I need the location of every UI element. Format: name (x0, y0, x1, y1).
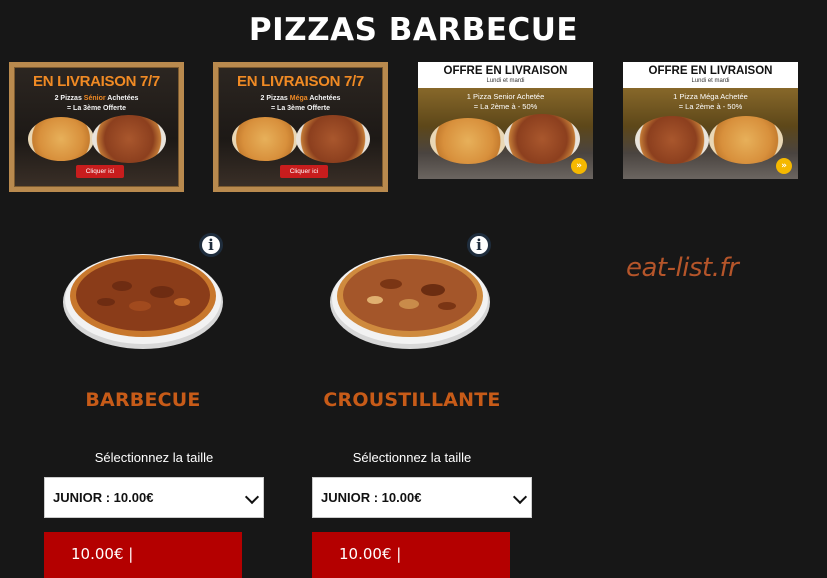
size-select[interactable]: JUNIOR : 10.00€ (312, 477, 532, 518)
banner-line-1: 1 Pizza Senior Achetée (466, 92, 545, 101)
banner-pizza-image (232, 117, 298, 161)
size-label: Sélectionnez la taille (352, 450, 472, 465)
banner-subtitle: Lundi et mardi (691, 78, 730, 84)
promo-banner-senior[interactable]: EN LIVRAISON 7/7 2 Pizzas Sénior Achetée… (9, 62, 184, 192)
promo-banner-mega-50[interactable]: OFFRE EN LIVRAISON Lundi et mardi 1 Pizz… (623, 62, 798, 179)
banner-line-1: 1 Pizza Méga Achetée (673, 92, 748, 101)
banner-header: OFFRE EN LIVRAISON Lundi et mardi (623, 62, 798, 88)
add-to-cart-button[interactable]: 10.00€ | (312, 532, 510, 578)
banner-line-2: = La 3ème Offerte (67, 105, 126, 112)
banner-pizza-image (709, 116, 783, 164)
banner-title: EN LIVRAISON 7/7 (33, 73, 160, 90)
banner-line-2: = La 2ème à - 50% (678, 102, 743, 111)
chevron-down-icon (244, 489, 260, 505)
banner-line-2: = La 2ème à - 50% (473, 102, 538, 111)
size-select[interactable]: JUNIOR : 10.00€ (44, 477, 264, 518)
banner-pizza-image (92, 115, 166, 163)
chevron-down-icon (512, 489, 528, 505)
watermark: eat-list.fr (626, 253, 739, 283)
banner-pizza-image (430, 118, 506, 164)
banner-cta-button[interactable]: Cliquer ici (76, 165, 124, 178)
promo-banner-senior-50[interactable]: OFFRE EN LIVRAISON Lundi et mardi 1 Pizz… (418, 62, 593, 179)
banner-line-1: 2 Pizzas Sénior Achetées (54, 95, 139, 102)
page-title: PIZZAS BARBECUE (248, 12, 579, 48)
banner-header: OFFRE EN LIVRAISON Lundi et mardi (418, 62, 593, 88)
banner-line-2: = La 3ème Offerte (271, 105, 330, 112)
info-icon[interactable]: i (199, 233, 223, 257)
banner-pizza-image (504, 114, 580, 164)
add-to-cart-button[interactable]: 10.00€ | (44, 532, 242, 578)
size-label: Sélectionnez la taille (94, 450, 214, 465)
arrow-right-icon[interactable]: » (571, 158, 587, 174)
info-icon[interactable]: i (467, 233, 491, 257)
promo-banner-mega[interactable]: EN LIVRAISON 7/7 2 Pizzas Méga Achetées … (213, 62, 388, 192)
banner-title: OFFRE EN LIVRAISON (443, 65, 568, 77)
size-select-value: JUNIOR : 10.00€ (321, 490, 422, 505)
banner-line-1: 2 Pizzas Méga Achetées (260, 95, 341, 102)
product-name: CROUSTILLANTE (323, 389, 501, 411)
size-select-value: JUNIOR : 10.00€ (53, 490, 154, 505)
arrow-right-icon[interactable]: » (776, 158, 792, 174)
product-name: BARBECUE (85, 389, 201, 411)
banner-cta-button[interactable]: Cliquer ici (280, 165, 328, 178)
banner-pizza-image (635, 116, 709, 164)
banner-pizza-image (28, 117, 94, 161)
banner-subtitle: Lundi et mardi (486, 78, 525, 84)
banner-title: EN LIVRAISON 7/7 (237, 73, 364, 90)
pizza-image-croustillante[interactable] (329, 244, 491, 352)
pizza-image-barbecue[interactable] (62, 244, 224, 352)
banner-pizza-image (296, 115, 370, 163)
banner-title: OFFRE EN LIVRAISON (648, 65, 773, 77)
